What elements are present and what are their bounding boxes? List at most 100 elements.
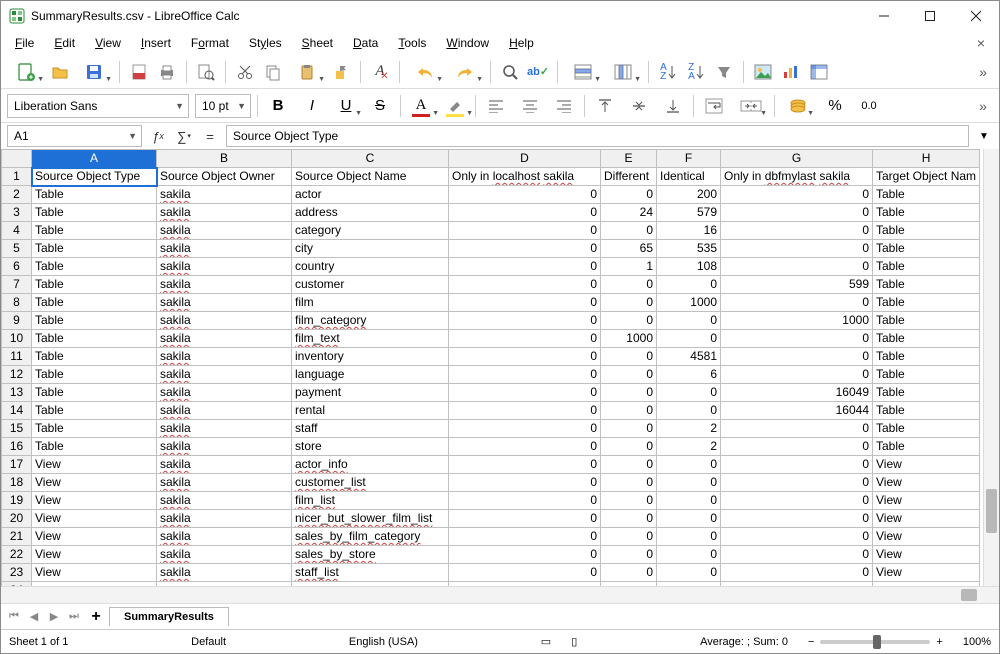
row-header[interactable]: 9 <box>2 312 32 330</box>
cell[interactable]: Table <box>873 348 980 366</box>
align-center-button[interactable] <box>516 93 544 119</box>
cell[interactable]: 0 <box>657 510 721 528</box>
row-header[interactable]: 15 <box>2 420 32 438</box>
cell[interactable]: Source Object Type <box>32 168 157 186</box>
cell[interactable]: 0 <box>449 384 601 402</box>
menu-data[interactable]: Data <box>345 34 386 52</box>
pivot-button[interactable] <box>806 59 832 85</box>
cell[interactable]: 2 <box>657 420 721 438</box>
cell[interactable]: sakila <box>157 186 292 204</box>
align-top-button[interactable] <box>591 93 619 119</box>
cell[interactable]: 1000 <box>721 312 873 330</box>
cell[interactable]: 0 <box>601 402 657 420</box>
cell[interactable]: sakila <box>157 492 292 510</box>
print-preview-button[interactable] <box>193 59 219 85</box>
cell[interactable]: 1000 <box>657 294 721 312</box>
cell[interactable]: 0 <box>449 348 601 366</box>
cell[interactable]: customer <box>292 276 449 294</box>
cell[interactable]: 0 <box>449 492 601 510</box>
copy-button[interactable] <box>260 59 286 85</box>
add-sheet-button[interactable]: + <box>85 607 107 627</box>
cell[interactable]: 0 <box>721 222 873 240</box>
cell[interactable]: View <box>32 564 157 582</box>
sort-desc-button[interactable]: ZA <box>683 59 709 85</box>
cell[interactable]: 200 <box>657 186 721 204</box>
row-header[interactable]: 23 <box>2 564 32 582</box>
cell[interactable]: sakila <box>157 366 292 384</box>
cell[interactable]: 0 <box>449 204 601 222</box>
cell[interactable]: country <box>292 258 449 276</box>
horizontal-scrollbar[interactable] <box>31 587 983 603</box>
cell[interactable]: film_category <box>292 312 449 330</box>
cell[interactable]: Table <box>873 330 980 348</box>
undo-button[interactable]: ▼ <box>406 59 444 85</box>
cell[interactable]: sakila <box>157 456 292 474</box>
number-button[interactable]: 0.0 <box>855 93 883 119</box>
cell[interactable]: customer_list <box>292 474 449 492</box>
cell[interactable]: 0 <box>601 348 657 366</box>
row-header[interactable]: 1 <box>2 168 32 186</box>
menu-window[interactable]: Window <box>438 34 497 52</box>
cell[interactable]: 0 <box>601 546 657 564</box>
align-right-button[interactable] <box>550 93 578 119</box>
cell[interactable]: 0 <box>601 474 657 492</box>
font-name-combo[interactable]: Liberation Sans▼ <box>7 94 189 118</box>
cell[interactable]: Identical <box>657 168 721 186</box>
col-header-D[interactable]: D <box>449 150 601 168</box>
cell[interactable]: Table <box>873 294 980 312</box>
cell[interactable]: 2 <box>657 438 721 456</box>
cell[interactable]: address <box>292 204 449 222</box>
menu-styles[interactable]: Styles <box>241 34 290 52</box>
cell[interactable]: View <box>32 456 157 474</box>
cell[interactable] <box>873 582 980 587</box>
status-language[interactable]: English (USA) <box>349 636 418 648</box>
strike-button[interactable]: S <box>366 93 394 119</box>
cell[interactable]: category <box>292 222 449 240</box>
cell[interactable]: View <box>32 546 157 564</box>
cell[interactable]: Table <box>32 402 157 420</box>
row-header[interactable]: 2 <box>2 186 32 204</box>
cell[interactable]: Table <box>873 420 980 438</box>
cell[interactable]: 0 <box>721 240 873 258</box>
cell[interactable]: 0 <box>721 510 873 528</box>
cell[interactable]: 535 <box>657 240 721 258</box>
cell[interactable]: View <box>873 474 980 492</box>
paste-button[interactable]: ▼ <box>288 59 326 85</box>
cell[interactable]: 0 <box>721 420 873 438</box>
cell[interactable]: 0 <box>449 312 601 330</box>
cell[interactable]: sakila <box>157 258 292 276</box>
row-header[interactable]: 6 <box>2 258 32 276</box>
status-sig-icon[interactable]: ▯ <box>571 635 577 648</box>
percent-button[interactable]: % <box>821 93 849 119</box>
cell-reference-input[interactable]: A1▼ <box>7 125 142 147</box>
cell[interactable]: 0 <box>721 366 873 384</box>
row-button[interactable]: ▼ <box>564 59 602 85</box>
col-header-B[interactable]: B <box>157 150 292 168</box>
cell[interactable]: 0 <box>657 564 721 582</box>
cell[interactable]: 1000 <box>601 330 657 348</box>
cell[interactable]: rental <box>292 402 449 420</box>
cell[interactable]: inventory <box>292 348 449 366</box>
cell[interactable]: sakila <box>157 312 292 330</box>
cell[interactable]: Table <box>873 312 980 330</box>
new-button[interactable]: ▼ <box>7 59 45 85</box>
cell[interactable]: sakila <box>157 420 292 438</box>
cell[interactable]: 108 <box>657 258 721 276</box>
cell[interactable]: 0 <box>601 510 657 528</box>
cell[interactable]: 0 <box>449 474 601 492</box>
cell[interactable]: Table <box>873 402 980 420</box>
cell[interactable]: Table <box>32 186 157 204</box>
row-header[interactable]: 5 <box>2 240 32 258</box>
sum-button[interactable]: ∑▾ <box>174 125 194 147</box>
cell[interactable]: 0 <box>721 186 873 204</box>
cell[interactable]: 0 <box>449 294 601 312</box>
column-button[interactable]: ▼ <box>604 59 642 85</box>
cell[interactable]: 0 <box>601 186 657 204</box>
cell[interactable]: payment <box>292 384 449 402</box>
cell[interactable]: Table <box>873 276 980 294</box>
col-header-A[interactable]: A <box>32 150 157 168</box>
align-left-button[interactable] <box>482 93 510 119</box>
expand-formula-icon[interactable]: ▼ <box>975 125 993 147</box>
cell[interactable]: View <box>32 474 157 492</box>
cell[interactable]: 0 <box>721 330 873 348</box>
